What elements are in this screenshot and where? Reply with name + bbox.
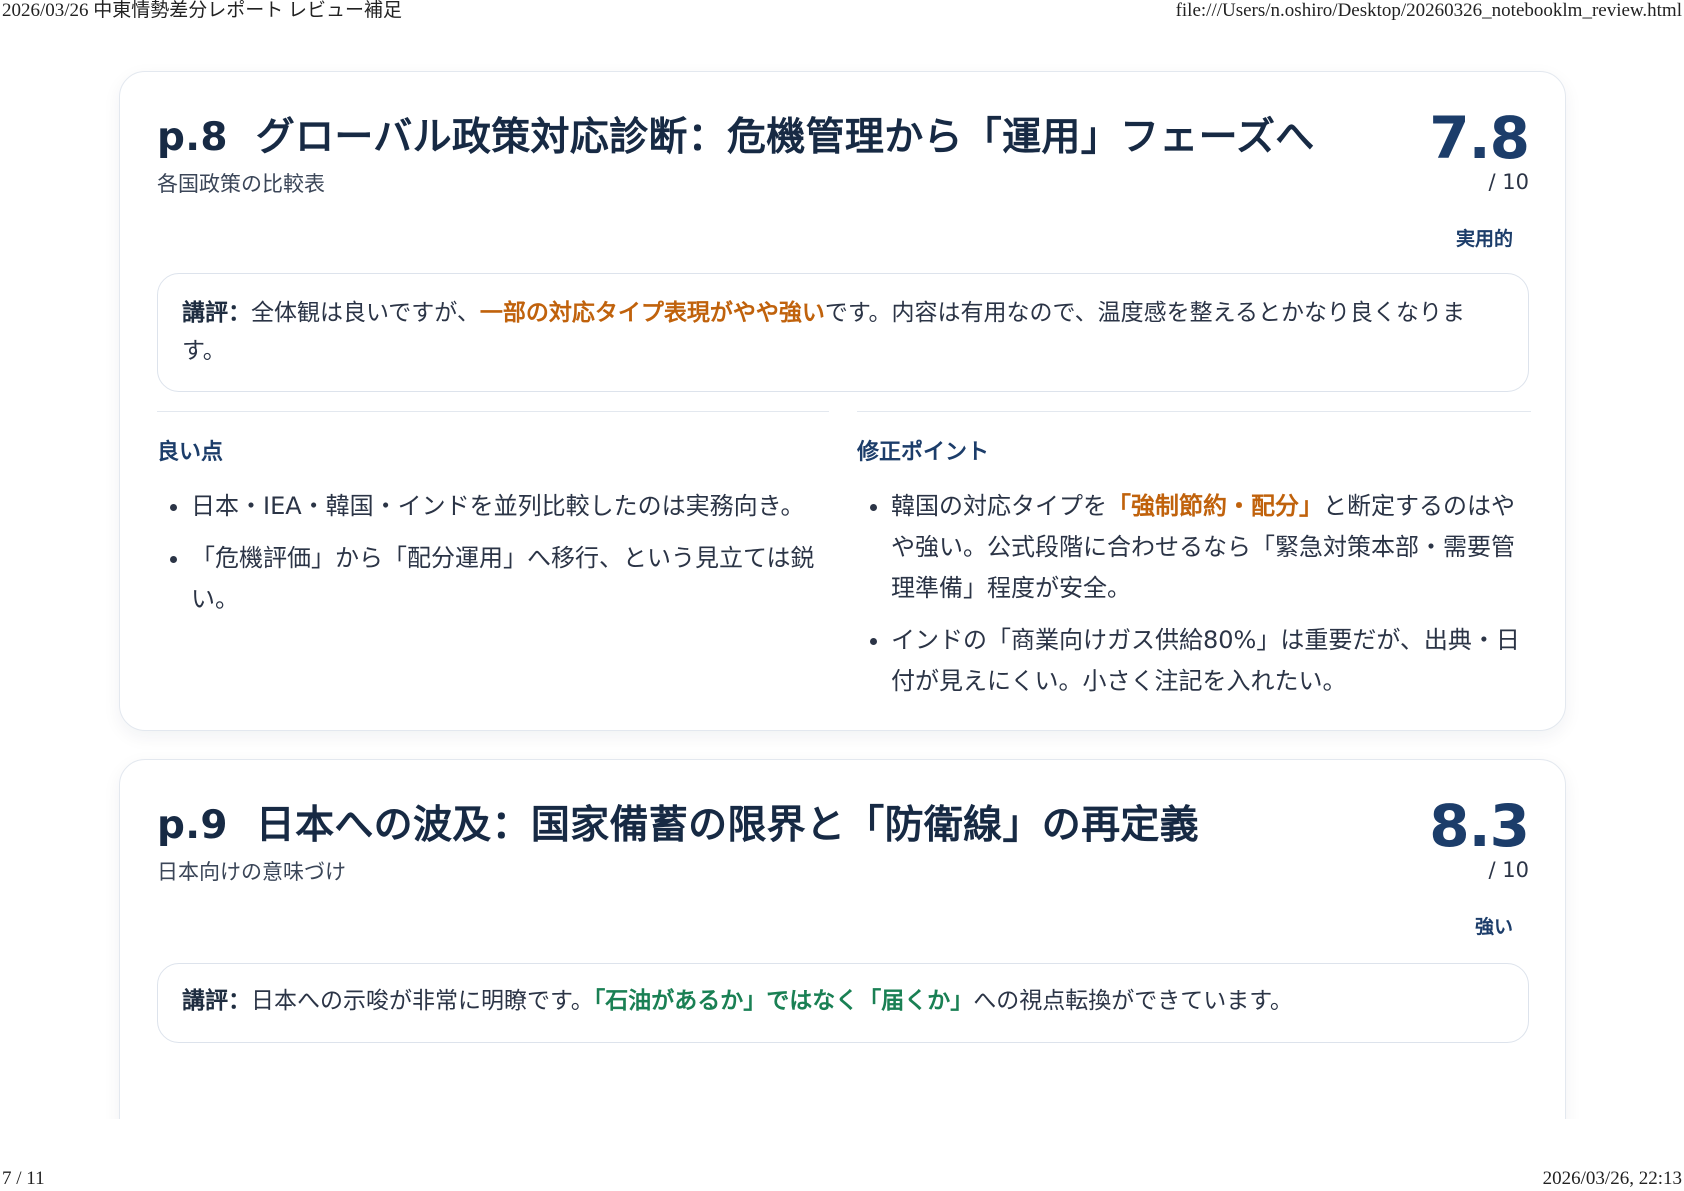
print-header-title: 2026/03/26 中東情勢差分レポート レビュー補足 xyxy=(2,0,403,21)
review-card-p9: p.9 日本への波及：国家備蓄の限界と「防衛線」の再定義 日本向けの意味づけ 8.… xyxy=(119,759,1566,1119)
score-value: 8.3 xyxy=(1429,792,1530,860)
print-footer: 7 / 11 2026/03/26, 22:13 xyxy=(0,1168,1684,1191)
score-denominator: / 10 xyxy=(1488,858,1529,882)
fix-highlight: 「強制節約・配分」 xyxy=(1107,492,1323,520)
review-card-p8: p.8 グローバル政策対応診断：危機管理から「運用」フェーズへ 各国政策の比較表 … xyxy=(119,71,1566,731)
list-item: 「危機評価」から「配分運用」へ移行、という見立ては鋭い。 xyxy=(191,538,829,620)
review-text-pre: 日本への示唆が非常に明瞭です。 xyxy=(251,988,594,1014)
review-comment: 講評：日本への示唆が非常に明瞭です。「石油があるか」ではなく「届くか」への視点転… xyxy=(157,963,1529,1043)
verdict-label: 実用的 xyxy=(1455,228,1513,250)
review-lead: 講評： xyxy=(182,300,251,326)
print-timestamp: 2026/03/26, 22:13 xyxy=(1542,1168,1682,1189)
good-points: 良い点 日本・IEA・韓国・インドを並列比較したのは実務向き。 「危機評価」から… xyxy=(157,411,829,631)
score-box: 7.8 / 10 実用的 xyxy=(1429,104,1530,251)
page-subtitle: 各国政策の比較表 xyxy=(157,172,325,196)
fix-text-pre: インドの「商業向けガス供給80%」は重要だが、出典・日付が見えにくい。小さく注記… xyxy=(891,626,1520,695)
list-item: 韓国の対応タイプを「強制節約・配分」と断定するのはやや強い。公式段階に合わせるな… xyxy=(891,486,1531,609)
page-title: p.9 日本への波及：国家備蓄の限界と「防衛線」の再定義 xyxy=(157,794,1199,850)
document-viewport[interactable]: p.8 グローバル政策対応診断：危機管理から「運用」フェーズへ 各国政策の比較表 … xyxy=(0,24,1684,1119)
fix-points-list: 韓国の対応タイプを「強制節約・配分」と断定するのはやや強い。公式段階に合わせるな… xyxy=(857,486,1531,702)
page-subtitle: 日本向けの意味づけ xyxy=(157,860,346,884)
good-points-list: 日本・IEA・韓国・インドを並列比較したのは実務向き。 「危機評価」から「配分運… xyxy=(157,486,829,620)
review-comment: 講評：全体観は良いですが、一部の対応タイプ表現がやや強いです。内容は有用なので、… xyxy=(157,273,1529,392)
fix-points: 修正ポイント 韓国の対応タイプを「強制節約・配分」と断定するのはやや強い。公式段… xyxy=(857,411,1531,713)
print-header: 2026/03/26 中東情勢差分レポート レビュー補足 file:///Use… xyxy=(0,0,1684,24)
review-text-pre: 全体観は良いですが、 xyxy=(251,300,480,326)
page-number: p.8 xyxy=(157,115,228,160)
score-value: 7.8 xyxy=(1429,104,1530,172)
list-item: 日本・IEA・韓国・インドを並列比較したのは実務向き。 xyxy=(191,486,829,527)
page-title-text: 日本への波及：国家備蓄の限界と「防衛線」の再定義 xyxy=(255,803,1199,848)
print-header-url: file:///Users/n.oshiro/Desktop/20260326_… xyxy=(1175,0,1682,21)
review-text-post: への視点転換ができています。 xyxy=(973,988,1293,1014)
page-title-text: グローバル政策対応診断：危機管理から「運用」フェーズへ xyxy=(255,115,1315,160)
score-denominator: / 10 xyxy=(1488,170,1529,194)
review-highlight: 「石油があるか」ではなく「届くか」 xyxy=(593,988,974,1014)
good-points-heading: 良い点 xyxy=(157,440,224,465)
list-item: インドの「商業向けガス供給80%」は重要だが、出典・日付が見えにくい。小さく注記… xyxy=(891,620,1531,702)
page-number: p.9 xyxy=(157,803,228,848)
verdict-label: 強い xyxy=(1474,916,1513,938)
page-title: p.8 グローバル政策対応診断：危機管理から「運用」フェーズへ xyxy=(157,106,1315,162)
fix-text-pre: 韓国の対応タイプを xyxy=(891,492,1107,520)
review-highlight: 一部の対応タイプ表現がやや強い xyxy=(479,300,825,326)
score-box: 8.3 / 10 強い xyxy=(1429,792,1530,939)
fix-points-heading: 修正ポイント xyxy=(857,440,990,465)
review-lead: 講評： xyxy=(182,988,251,1014)
page-counter: 7 / 11 xyxy=(2,1168,45,1189)
